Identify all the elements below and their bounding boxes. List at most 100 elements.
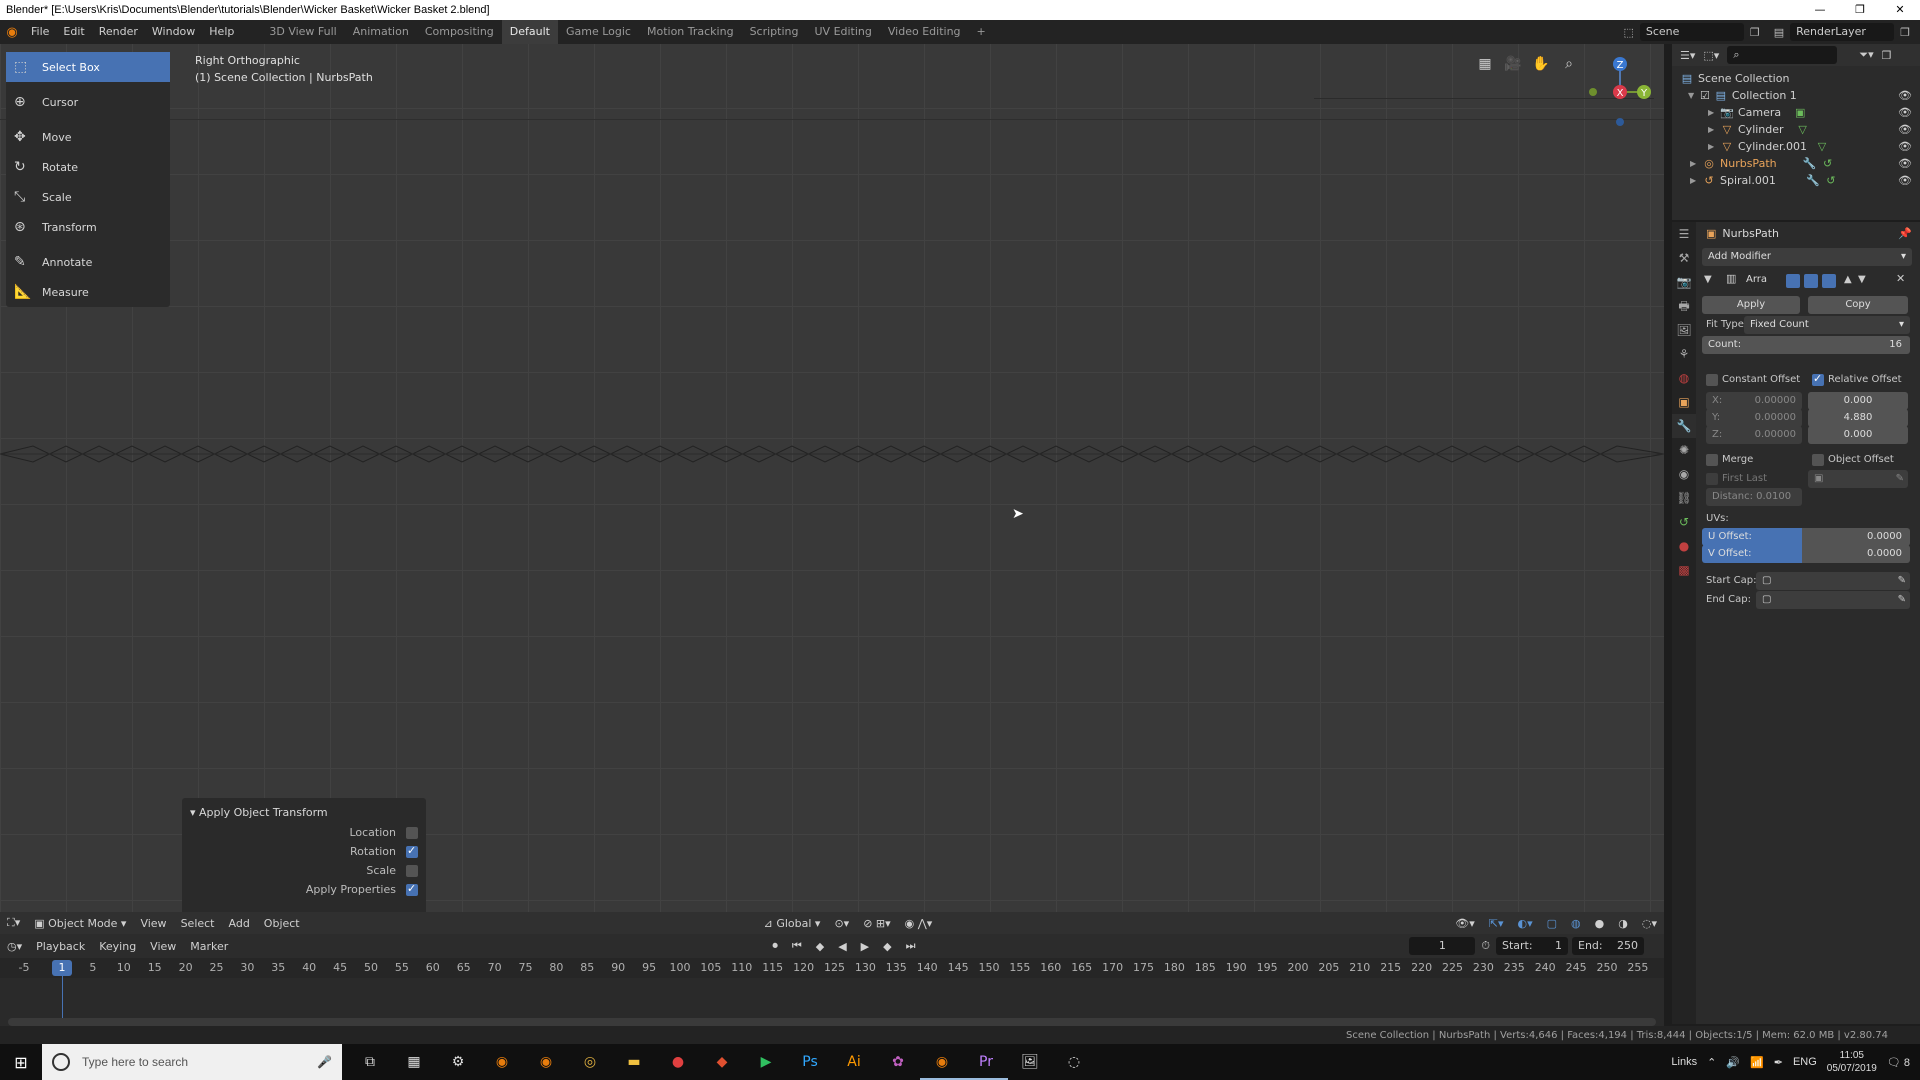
prev-keyframe-icon[interactable]: ◆ bbox=[809, 940, 831, 953]
windows-start-icon[interactable]: ⊞ bbox=[0, 1053, 42, 1072]
pan-hand-icon[interactable]: ✋ bbox=[1531, 54, 1551, 74]
new-scene-icon[interactable]: ❐ bbox=[1750, 26, 1760, 39]
option-rotation[interactable]: Rotation bbox=[182, 844, 418, 858]
minimize-icon[interactable]: — bbox=[1800, 0, 1840, 20]
workspace-tab-3d-view-full[interactable]: 3D View Full bbox=[261, 20, 344, 44]
new-collection-icon[interactable]: ❐ bbox=[1882, 49, 1892, 62]
offset-object-field[interactable]: ▣ ✎ bbox=[1808, 470, 1908, 488]
collapse-modifier-icon[interactable]: ▼ bbox=[1704, 274, 1712, 285]
microphone-icon[interactable]: 🎤 bbox=[317, 1055, 332, 1069]
taskbar-clock[interactable]: 11:05 05/07/2019 bbox=[1827, 1049, 1877, 1075]
menu-help[interactable]: Help bbox=[202, 20, 241, 44]
eye-icon[interactable]: 👁 bbox=[1898, 140, 1912, 153]
eyedropper-icon[interactable]: ✎ bbox=[1896, 470, 1904, 488]
world-tab-icon[interactable]: ◍ bbox=[1672, 366, 1696, 390]
particles-tab-icon[interactable]: ✺ bbox=[1672, 438, 1696, 462]
texture-tab-icon[interactable]: ▩ bbox=[1672, 558, 1696, 582]
timeline-scrollbar[interactable] bbox=[8, 1018, 1656, 1026]
overlays-icon[interactable]: ◐▾ bbox=[1511, 917, 1540, 930]
workspace-tab-game-logic[interactable]: Game Logic bbox=[558, 20, 639, 44]
view-layer-tab-icon[interactable]: 🖼 bbox=[1672, 318, 1696, 342]
orientation-selector[interactable]: ⊿ Global ▾ bbox=[757, 917, 828, 930]
end-cap-field[interactable]: ▢ ✎ bbox=[1756, 591, 1910, 609]
pivot-icon[interactable]: ⊙▾ bbox=[827, 917, 856, 930]
menu-add[interactable]: Add bbox=[222, 917, 257, 930]
fit-type-dropdown[interactable]: Fixed Count ▾ bbox=[1744, 316, 1910, 334]
expand-arrow-icon[interactable]: ▶ bbox=[1708, 142, 1720, 151]
apply-button[interactable]: Apply bbox=[1702, 296, 1800, 314]
eyedropper-icon[interactable]: ✎ bbox=[1898, 591, 1906, 609]
jump-start-icon[interactable]: ⏮ bbox=[785, 939, 809, 953]
menu-marker[interactable]: Marker bbox=[183, 940, 235, 953]
eye-icon[interactable]: 👁 bbox=[1898, 174, 1912, 187]
option-apply-properties[interactable]: Apply Properties bbox=[182, 882, 418, 896]
rotation-checkbox[interactable] bbox=[406, 844, 418, 858]
expand-arrow-icon[interactable]: ▶ bbox=[1708, 125, 1720, 134]
volume-icon[interactable]: 🔊 bbox=[1726, 1056, 1740, 1069]
current-frame-field[interactable]: 1 bbox=[1409, 937, 1476, 955]
outliner-row-spiral-001[interactable]: ▶ ↺ Spiral.001 🔧 ↺ 👁 bbox=[1672, 172, 1920, 189]
relative-offset-y-field[interactable]: 4.880 bbox=[1808, 409, 1908, 427]
shading-rendered-icon[interactable]: ◌▾ bbox=[1635, 917, 1664, 930]
workspace-tab-motion-tracking[interactable]: Motion Tracking bbox=[639, 20, 742, 44]
menu-keying[interactable]: Keying bbox=[92, 940, 143, 953]
pin-icon[interactable]: 📌 bbox=[1898, 227, 1912, 240]
copy-button[interactable]: Copy bbox=[1808, 296, 1908, 314]
workspace-tab-compositing[interactable]: Compositing bbox=[417, 20, 502, 44]
workspace-tab-animation[interactable]: Animation bbox=[345, 20, 417, 44]
tool-tab-icon[interactable]: ⚒ bbox=[1672, 246, 1696, 270]
shading-wireframe-icon[interactable]: ◍ bbox=[1564, 917, 1588, 930]
count-field[interactable]: Count: 16 bbox=[1702, 336, 1910, 354]
menu-view[interactable]: View bbox=[133, 917, 173, 930]
eyedropper-icon[interactable]: ✎ bbox=[1898, 572, 1906, 590]
timeline-ruler[interactable]: -5 5 10 15 20 25 30 35 40 45 50 55 60 65 70 75 80 85 90 95 1… bbox=[0, 958, 1664, 978]
menu-window[interactable]: Window bbox=[145, 20, 202, 44]
tool-annotate[interactable]: ✎ Annotate bbox=[6, 247, 170, 277]
new-render-layer-icon[interactable]: ❐ bbox=[1900, 26, 1910, 39]
next-keyframe-icon[interactable]: ◆ bbox=[876, 940, 898, 953]
filter-icon[interactable]: ⏷▾ bbox=[1859, 48, 1873, 62]
nurbs-path-curve[interactable] bbox=[0, 434, 1664, 474]
grid-view-icon[interactable]: ▦ bbox=[1475, 54, 1495, 74]
relative-offset-x-field[interactable]: 0.000 bbox=[1808, 392, 1908, 410]
start-cap-field[interactable]: ▢ ✎ bbox=[1756, 572, 1910, 590]
relative-offset-z-field[interactable]: 0.000 bbox=[1808, 426, 1908, 444]
show-in-editmode-icon[interactable] bbox=[1786, 274, 1800, 288]
show-in-render-icon[interactable] bbox=[1822, 274, 1836, 288]
tool-scale[interactable]: ⤡ Scale bbox=[6, 182, 170, 212]
menu-file[interactable]: File bbox=[24, 20, 56, 44]
tool-measure[interactable]: 📐 Measure bbox=[6, 277, 170, 307]
jump-end-icon[interactable]: ⏭ bbox=[899, 939, 923, 953]
option-location[interactable]: Location bbox=[182, 826, 418, 839]
eye-icon[interactable]: 👁 bbox=[1898, 106, 1912, 119]
xray-icon[interactable]: ▢ bbox=[1540, 917, 1564, 930]
constant-offset-checkbox[interactable] bbox=[1706, 374, 1718, 386]
shading-solid-icon[interactable]: ● bbox=[1588, 917, 1612, 930]
play-reverse-icon[interactable]: ◀ bbox=[831, 940, 853, 953]
colorful-app-icon[interactable]: ✿ bbox=[876, 1044, 920, 1080]
eye-icon[interactable]: 👁 bbox=[1898, 157, 1912, 170]
obs-icon[interactable]: ◌ bbox=[1052, 1044, 1096, 1080]
editor-type-icon[interactable]: ⛶▾ bbox=[0, 916, 27, 930]
location-checkbox[interactable] bbox=[406, 826, 418, 839]
notification-center-icon[interactable]: 🗨 8 bbox=[1887, 1056, 1910, 1069]
expand-arrow-icon[interactable]: ▼ bbox=[1688, 91, 1700, 100]
render-tab-icon[interactable]: 📷 bbox=[1672, 270, 1696, 294]
file-explorer-icon[interactable]: ▬ bbox=[612, 1044, 656, 1080]
links-toolbar[interactable]: Links bbox=[1671, 1056, 1697, 1068]
redo-panel-header[interactable]: ▾ Apply Object Transform bbox=[182, 798, 426, 819]
add-modifier-dropdown[interactable]: Add Modifier ▾ bbox=[1702, 248, 1912, 266]
expand-arrow-icon[interactable]: ▶ bbox=[1708, 108, 1720, 117]
outliner-row-camera[interactable]: ▶ 📷 Camera ▣ 👁 bbox=[1672, 104, 1920, 121]
start-frame-field[interactable]: Start: 1 bbox=[1496, 937, 1568, 955]
outliner-search-input[interactable]: ⌕ bbox=[1727, 46, 1838, 64]
tool-cursor[interactable]: ⊕ Cursor bbox=[6, 87, 170, 117]
menu-select[interactable]: Select bbox=[174, 917, 222, 930]
timeline-editor-icon[interactable]: ◷▾ bbox=[0, 940, 29, 953]
render-layer-icon[interactable]: ▤ bbox=[1774, 26, 1784, 39]
remove-modifier-icon[interactable]: ✕ bbox=[1896, 272, 1905, 285]
mode-selector[interactable]: ▣ Object Mode ▾ bbox=[27, 917, 133, 930]
modifier-name-field[interactable]: Arra bbox=[1746, 274, 1767, 285]
calculator-icon[interactable]: ▦ bbox=[392, 1044, 436, 1080]
tool-select-box[interactable]: ⬚ Select Box bbox=[6, 52, 170, 82]
